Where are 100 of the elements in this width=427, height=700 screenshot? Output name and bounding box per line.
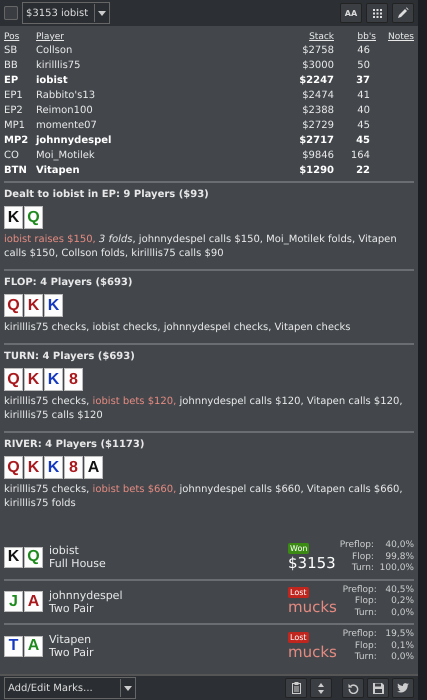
column-header[interactable]: Pos [4, 30, 36, 43]
grid-button[interactable] [366, 3, 388, 23]
table-cell-text: CO [4, 149, 20, 163]
hand-rank: Two Pair [49, 646, 95, 660]
table-cell-text: 22 [355, 164, 371, 178]
playing-card: A [24, 636, 43, 657]
playing-card: Q [24, 206, 43, 229]
action-text: kirilllis75 checks, iobist checks, johnnydespel checks, Vitapen checks [4, 321, 352, 335]
playing-card: K [24, 456, 43, 479]
playing-card: Q [4, 294, 23, 317]
table-cell-text: MP1 [4, 119, 26, 133]
table-cell-text: momente07 [36, 119, 98, 133]
table-cell-text: Moi_Motilek [36, 149, 96, 163]
table-cell: BTN [4, 163, 36, 178]
equity-label: Turn: [354, 608, 377, 619]
table-cell-text: kirilllis75 [36, 59, 82, 73]
table-cell-text: $9846 [301, 149, 334, 163]
table-cell-text: 164 [350, 149, 371, 163]
marks-dropdown[interactable]: Add/Edit Marks... [4, 677, 136, 699]
playing-card: T [4, 636, 23, 657]
refresh-icon [348, 682, 358, 694]
table-cell-text: BB [4, 59, 19, 73]
caret-icon [98, 10, 106, 16]
caret-icon [124, 686, 132, 690]
column-header[interactable]: Stack [240, 30, 334, 43]
table-cell-text: 46 [356, 44, 371, 58]
table-cell-text: iobist [36, 74, 69, 88]
sort-button[interactable] [310, 678, 332, 698]
equity-label: Flop: [351, 552, 374, 563]
hand-dropdown[interactable]: $3153 iobist [22, 2, 110, 24]
equity-value: 0,0% [390, 608, 414, 619]
equity-value: 40,5% [384, 584, 414, 596]
equity-value: 0,2% [390, 596, 414, 608]
table-cell-text: $2729 [301, 119, 334, 133]
playing-card: K [4, 546, 23, 568]
table-cell-text: 45 [355, 134, 371, 148]
checkbox[interactable] [4, 6, 18, 20]
playing-card: Q [4, 368, 23, 391]
action-text: kirilllis75 checks, iobist bets $120, johnnydespel calls $120, Vitapen calls $120, kirilllis75 calls $120 [4, 395, 404, 423]
equity-label: Turn: [354, 652, 377, 664]
table-cell-text: $3000 [301, 59, 334, 73]
equity-label: Flop: [354, 640, 377, 652]
street-title: TURN: 4 Players ($693) [4, 351, 136, 362]
table-cell-text: $1290 [298, 164, 334, 178]
table-cell-text: johnnydespel [36, 134, 112, 148]
player-name: Vitapen [49, 633, 92, 646]
equity-value: 0,0% [390, 652, 414, 664]
font-size-button[interactable]: AA [340, 3, 362, 23]
table-cell-text: Vitapen [36, 164, 81, 178]
equity-label: Preflop: [342, 584, 377, 596]
playing-card: K [44, 294, 63, 317]
result-badge: Lost [288, 587, 309, 598]
column-header[interactable]: Player [36, 30, 240, 43]
result-amount: mucks [288, 598, 337, 616]
table-cell: MP2 [4, 133, 36, 148]
table-cell-text: 40 [356, 104, 371, 118]
street-title: Dealt to iobist in EP: 9 Players ($93) [4, 189, 210, 200]
refresh-button[interactable] [342, 678, 364, 698]
playing-card: A [24, 591, 43, 612]
equity-value: 40,0% [384, 540, 414, 552]
action-text: iobist raises $150, 3 folds, johnnydespel calls $150, Moi_Motilek folds, Vitapen calls $150, Collson folds, kirilllis75 calls $90 [4, 233, 398, 261]
player-name: iobist [49, 544, 80, 558]
equity-value: 19,5% [384, 629, 414, 640]
hand-rank: Full House [49, 557, 107, 570]
share-button[interactable] [392, 678, 414, 698]
result-amount: mucks [288, 642, 337, 661]
equity-label: Turn: [350, 563, 374, 574]
player-name: johnnydespel [49, 588, 124, 602]
action-text: kirilllis75 checks, iobist bets $660, johnnydespel calls $660, Vitapen calls $660, kirilllis75 folds [4, 483, 404, 511]
table-cell-text: 45 [356, 119, 371, 133]
playing-card: K [44, 368, 63, 391]
playing-card: J [4, 591, 23, 612]
playing-card: Q [4, 456, 23, 479]
playing-card: 8 [64, 456, 83, 479]
table-cell-text: Collson [36, 44, 74, 58]
equity-label: Flop: [354, 596, 377, 608]
clipboard-button[interactable] [285, 678, 307, 698]
equity-value: 99,8% [384, 552, 414, 563]
playing-card: K [24, 294, 43, 317]
column-header[interactable]: Notes [376, 30, 414, 43]
grid-icon [372, 8, 382, 18]
table-cell-text: 50 [356, 59, 371, 73]
table-cell-text: EP [4, 74, 20, 88]
hand-rank: Two Pair [49, 602, 95, 615]
table-cell-text: SB [4, 44, 18, 58]
save-button[interactable] [367, 678, 389, 698]
column-header[interactable]: bb's [334, 30, 376, 43]
clipboard-icon [292, 682, 300, 694]
table-cell-text: 37 [355, 74, 371, 88]
playing-card: K [24, 368, 43, 391]
pencil-icon [397, 7, 409, 19]
result-badge: Won [288, 542, 310, 554]
playing-card: A [84, 456, 103, 479]
table-cell-text: EP2 [4, 104, 24, 118]
equity-label: Preflop: [338, 540, 374, 552]
edit-button[interactable] [392, 3, 414, 23]
playing-card: 8 [64, 368, 83, 391]
equity-value: 100,0% [378, 563, 414, 574]
table-cell-text: $2388 [301, 104, 334, 118]
table-cell-text: EP1 [4, 89, 24, 103]
